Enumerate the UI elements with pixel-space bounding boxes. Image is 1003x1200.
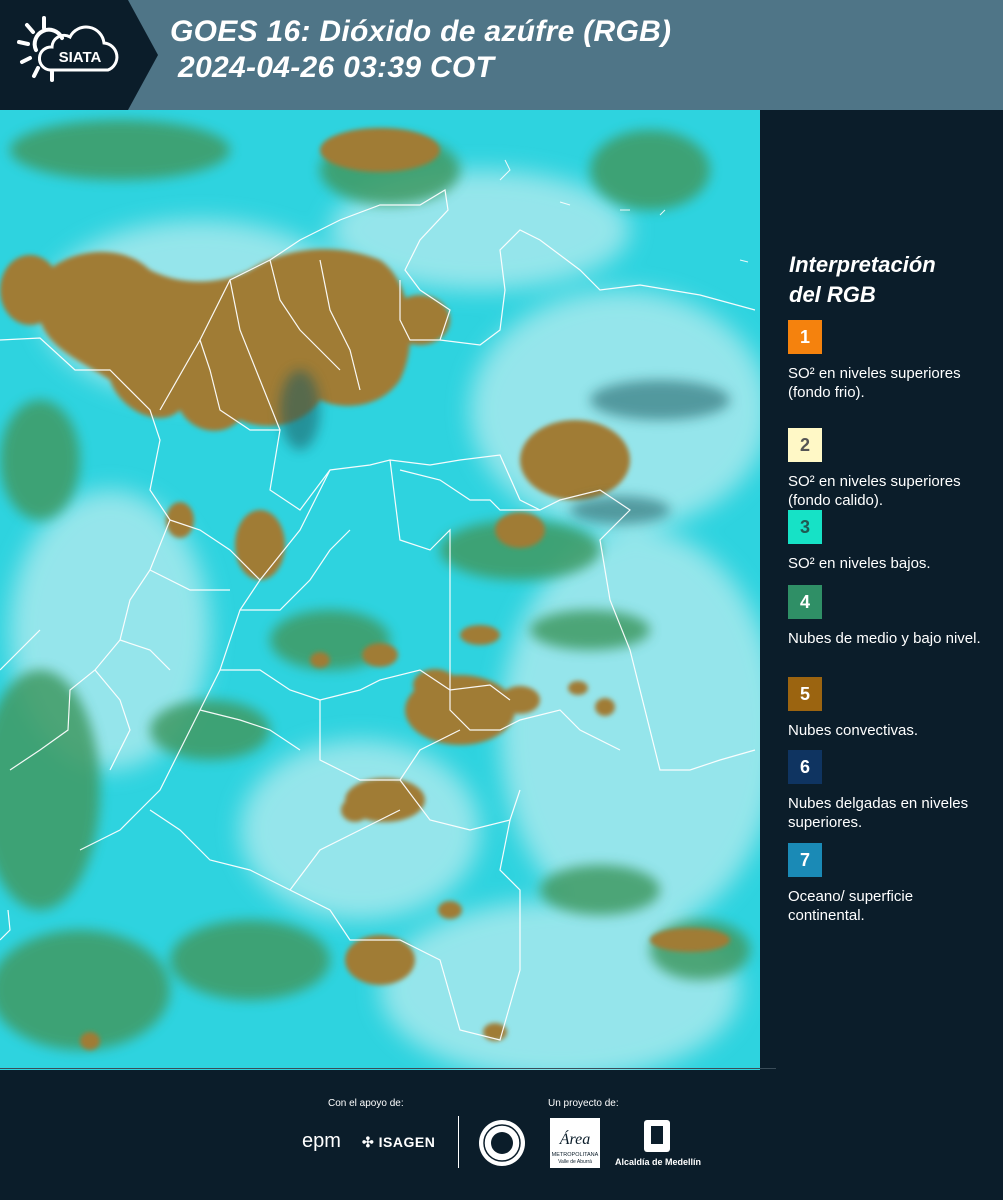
siata-logo-text: SIATA (59, 49, 102, 66)
legend-title-line1: Interpretación (789, 252, 936, 277)
amva-logo-line3: Valle de Aburrá (558, 1159, 592, 1165)
legend-swatch: 6 (788, 750, 822, 784)
page-title: GOES 16: Dióxido de azúfre (RGB) 2024-04… (170, 14, 671, 86)
legend-panel: Interpretación del RGB 1 SO² en niveles s… (760, 110, 1003, 1070)
legend-description: Nubes convectivas. (788, 722, 919, 739)
legend-swatch: 7 (788, 843, 822, 877)
legend-title-line2: del RGB (789, 282, 876, 307)
legend-swatch: 3 (788, 510, 822, 544)
legend-item-5: 5 Nubes convectivas. (788, 677, 988, 740)
title-product: GOES 16: Dióxido de azúfre (RGB) (170, 15, 672, 48)
legend-description: SO² en niveles superiores (fondo calido)… (788, 473, 961, 509)
legend-swatch: 4 (788, 585, 822, 619)
alcaldia-shield-icon (644, 1120, 670, 1152)
legend-item-4: 4 Nubes de medio y bajo nivel. (788, 585, 988, 648)
siata-logo: SIATA (0, 0, 160, 110)
title-timestamp: 2024-04-26 03:39 COT (178, 51, 495, 84)
isagen-logo: ✣ ISAGEN (362, 1134, 435, 1151)
project-label: Un proyecto de: (548, 1098, 619, 1109)
alcaldia-logo (612, 1118, 702, 1159)
footer-separator (458, 1116, 459, 1168)
legend-item-2: 2 SO² en niveles superiores (fondo calido… (788, 428, 988, 510)
legend-swatch: 5 (788, 677, 822, 711)
medellin-seal-icon (479, 1120, 525, 1166)
legend-description: Nubes de medio y bajo nivel. (788, 630, 981, 647)
satellite-map (0, 110, 760, 1070)
amva-logo: Área METROPOLITANA Valle de Aburrá (550, 1118, 600, 1173)
isagen-logo-text: ISAGEN (378, 1134, 436, 1150)
legend-title: Interpretación del RGB (789, 250, 936, 310)
amva-logo-line2: METROPOLITANA (552, 1152, 599, 1158)
legend-swatch: 2 (788, 428, 822, 462)
footer: Con el apoyo de: Un proyecto de: epm ✣ I… (0, 1068, 1003, 1200)
isagen-mark-icon: ✣ (362, 1134, 375, 1150)
legend-item-1: 1 SO² en niveles superiores (fondo frio). (788, 320, 988, 402)
legend-item-7: 7 Oceano/ superficie continental. (788, 843, 988, 925)
legend-description: SO² en niveles bajos. (788, 555, 931, 572)
legend-swatch: 1 (788, 320, 822, 354)
alcaldia-label: Alcaldía de Medellín (614, 1157, 702, 1167)
footer-divider (0, 1068, 776, 1069)
support-label: Con el apoyo de: (328, 1098, 404, 1109)
epm-logo: epm (302, 1130, 341, 1152)
amva-logo-line1: Área (559, 1129, 591, 1148)
legend-description: Oceano/ superficie continental. (788, 888, 914, 924)
legend-item-6: 6 Nubes delgadas en niveles superiores. (788, 750, 988, 832)
header-bar: SIATA GOES 16: Dióxido de azúfre (RGB) 2… (0, 0, 1003, 110)
legend-description: SO² en niveles superiores (fondo frio). (788, 365, 961, 401)
legend-item-3: 3 SO² en niveles bajos. (788, 510, 988, 573)
legend-description: Nubes delgadas en niveles superiores. (788, 795, 969, 831)
